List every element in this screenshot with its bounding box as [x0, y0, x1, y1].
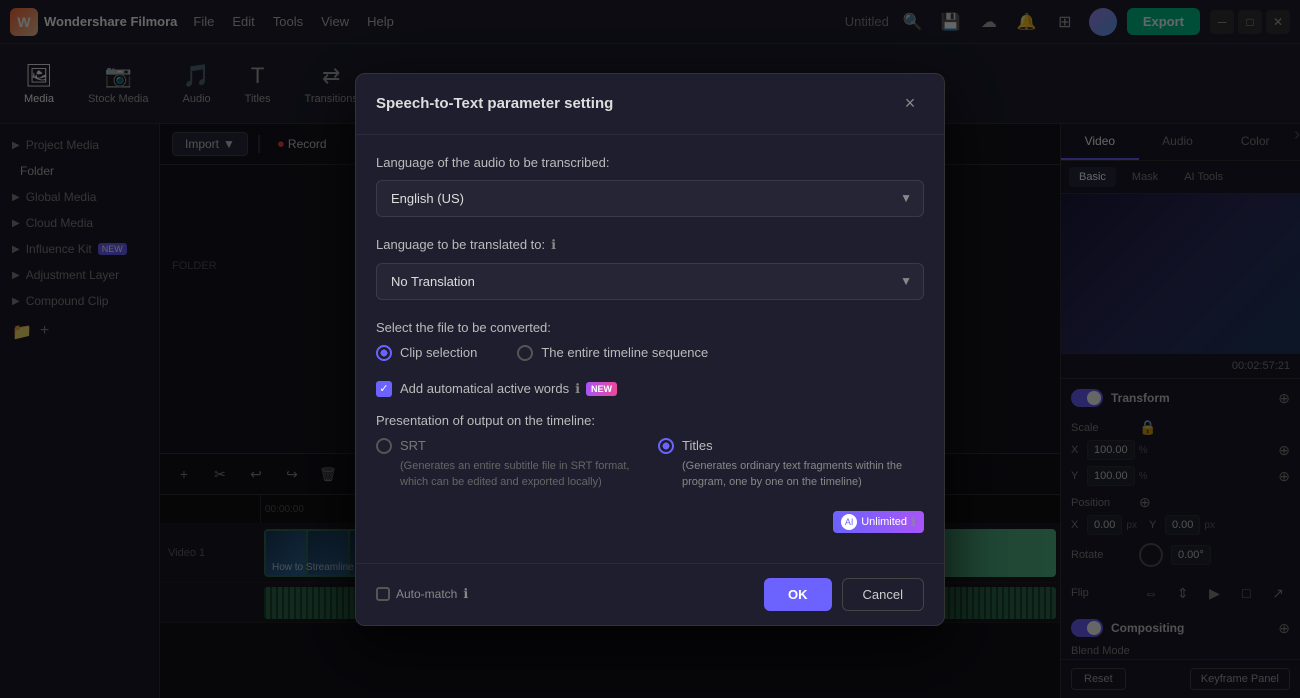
srt-desc: (Generates an entire subtitle file in SR…	[400, 458, 642, 491]
auto-match-info-icon[interactable]: ℹ	[463, 586, 468, 602]
auto-match-label: Auto-match	[396, 587, 457, 601]
dialog-overlay: Speech-to-Text parameter setting × Langu…	[0, 0, 1300, 698]
output-label: Presentation of output on the timeline:	[376, 413, 924, 428]
dialog-header: Speech-to-Text parameter setting ×	[356, 74, 944, 135]
clip-selection-label: Clip selection	[400, 345, 477, 360]
output-options-grid: SRT (Generates an entire subtitle file i…	[376, 438, 924, 491]
dialog-close-button[interactable]: ×	[896, 90, 924, 118]
titles-option: Titles (Generates ordinary text fragment…	[658, 438, 924, 491]
timeline-sequence-radio[interactable]	[517, 345, 533, 361]
lang-audio-select[interactable]: English (US)	[376, 180, 924, 217]
auto-match-row: Auto-match ℹ	[376, 586, 754, 602]
ok-button[interactable]: OK	[764, 578, 832, 611]
speech-to-text-dialog: Speech-to-Text parameter setting × Langu…	[355, 73, 945, 626]
lang-translate-section: Language to be translated to: ℹ No Trans…	[376, 237, 924, 300]
lang-translate-select[interactable]: No Translation	[376, 263, 924, 300]
srt-option: SRT (Generates an entire subtitle file i…	[376, 438, 642, 491]
clip-selection-option[interactable]: Clip selection	[376, 345, 477, 361]
timeline-sequence-option[interactable]: The entire timeline sequence	[517, 345, 708, 361]
lang-audio-wrapper: English (US) ▼	[376, 180, 924, 217]
titles-label: Titles	[682, 438, 713, 453]
clip-selection-radio[interactable]	[376, 345, 392, 361]
auto-match-checkbox[interactable]	[376, 587, 390, 601]
footer-buttons: OK Cancel	[764, 578, 924, 611]
file-label: Select the file to be converted:	[376, 320, 924, 335]
srt-title-row: SRT	[376, 438, 642, 454]
srt-label: SRT	[400, 438, 426, 453]
dialog-title: Speech-to-Text parameter setting	[376, 95, 613, 112]
lang-audio-section: Language of the audio to be transcribed:…	[376, 155, 924, 217]
add-words-new-badge: NEW	[586, 382, 617, 396]
ai-icon: AI	[841, 514, 857, 530]
srt-radio[interactable]	[376, 438, 392, 454]
dialog-body: Language of the audio to be transcribed:…	[356, 135, 944, 563]
timeline-sequence-label: The entire timeline sequence	[541, 345, 708, 360]
add-words-checkbox[interactable]: ✓	[376, 381, 392, 397]
unlimited-label: Unlimited	[861, 516, 907, 528]
add-words-info-icon[interactable]: ℹ	[575, 381, 580, 397]
file-selection-section: Select the file to be converted: Clip se…	[376, 320, 924, 361]
lang-translate-label: Language to be translated to: ℹ	[376, 237, 924, 253]
titles-title-row: Titles	[658, 438, 924, 454]
output-section: Presentation of output on the timeline: …	[376, 413, 924, 491]
unlimited-badge: AI Unlimited ℹ	[833, 511, 924, 533]
lang-audio-label: Language of the audio to be transcribed:	[376, 155, 924, 170]
unlimited-row: AI Unlimited ℹ	[376, 511, 924, 533]
add-words-section: ✓ Add automatical active words ℹ NEW	[376, 381, 924, 397]
dialog-footer: Auto-match ℹ OK Cancel	[356, 563, 944, 625]
cancel-button[interactable]: Cancel	[842, 578, 924, 611]
titles-radio[interactable]	[658, 438, 674, 454]
file-radio-group: Clip selection The entire timeline seque…	[376, 345, 924, 361]
lang-translate-info-icon[interactable]: ℹ	[551, 237, 556, 253]
titles-desc: (Generates ordinary text fragments withi…	[682, 458, 924, 491]
add-words-label: Add automatical active words ℹ NEW	[400, 381, 617, 397]
unlimited-info-icon[interactable]: ℹ	[911, 514, 916, 530]
lang-translate-wrapper: No Translation ▼	[376, 263, 924, 300]
